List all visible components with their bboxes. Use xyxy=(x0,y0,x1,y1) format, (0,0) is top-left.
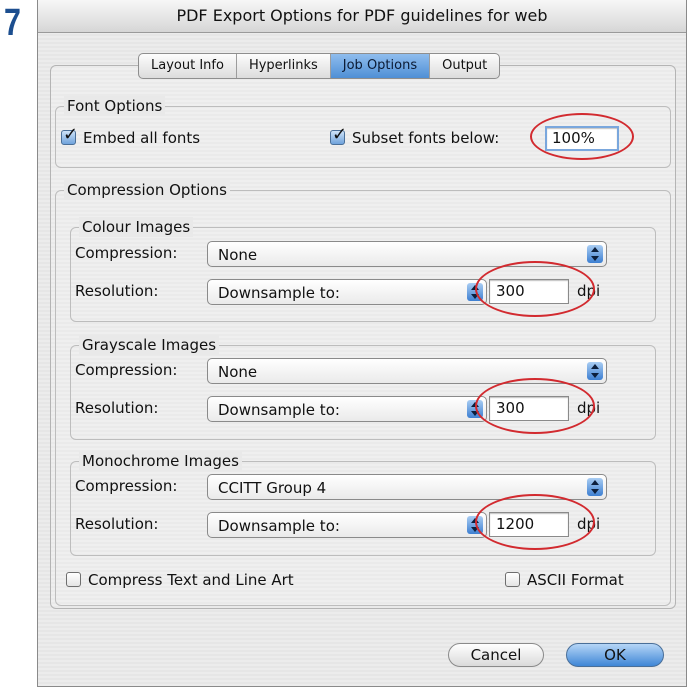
cancel-button[interactable]: Cancel xyxy=(448,643,544,667)
annotation-circle-subset xyxy=(530,113,634,160)
colour-images-title: Colour Images xyxy=(79,217,194,237)
subset-fonts-label[interactable]: Subset fonts below: xyxy=(352,128,499,148)
tab-hyperlinks[interactable]: Hyperlinks xyxy=(237,54,331,78)
embed-all-fonts-checkbox[interactable]: ✓ xyxy=(61,125,78,145)
tab-job-options[interactable]: Job Options xyxy=(330,54,431,78)
window-title: PDF Export Options for PDF guidelines fo… xyxy=(38,0,686,33)
font-options-group: Font Options ✓ Embed all fonts ✓ Subset … xyxy=(55,96,671,168)
annotation-circle-grayscale xyxy=(475,378,595,434)
colour-compression-label: Compression: xyxy=(75,244,178,262)
pdf-export-dialog: PDF Export Options for PDF guidelines fo… xyxy=(37,0,687,687)
font-options-title: Font Options xyxy=(64,96,166,116)
tab-layout-info[interactable]: Layout Info xyxy=(139,54,237,78)
colour-images-group: Colour Images Compression: None Resoluti… xyxy=(70,217,656,322)
monochrome-compression-label: Compression: xyxy=(75,477,178,495)
ascii-format-checkbox[interactable] xyxy=(505,572,520,587)
compress-text-checkbox[interactable] xyxy=(66,572,81,587)
ascii-format-label[interactable]: ASCII Format xyxy=(527,570,624,590)
colour-compression-value: None xyxy=(218,246,258,264)
step-number: 7 xyxy=(4,2,21,44)
monochrome-images-title: Monochrome Images xyxy=(79,451,242,471)
embed-all-fonts-label[interactable]: Embed all fonts xyxy=(83,128,200,148)
annotation-circle-monochrome xyxy=(475,494,595,550)
tab-bar: Layout Info Hyperlinks Job Options Outpu… xyxy=(138,53,501,79)
colour-resolution-label: Resolution: xyxy=(75,282,159,300)
ok-button[interactable]: OK xyxy=(566,643,664,667)
grayscale-images-group: Grayscale Images Compression: None Resol… xyxy=(70,335,656,440)
monochrome-compression-value: CCITT Group 4 xyxy=(218,479,327,497)
monochrome-images-group: Monochrome Images Compression: CCITT Gro… xyxy=(70,451,656,556)
grayscale-compression-value: None xyxy=(218,363,258,381)
compression-options-group: Compression Options Colour Images Compre… xyxy=(55,180,671,606)
grayscale-images-title: Grayscale Images xyxy=(79,335,220,355)
monochrome-resolution-label: Resolution: xyxy=(75,515,159,533)
popup-arrows-icon xyxy=(587,478,603,496)
monochrome-resolution-select[interactable]: Downsample to: xyxy=(207,512,487,538)
popup-arrows-icon xyxy=(587,362,603,380)
subset-fonts-checkbox[interactable]: ✓ xyxy=(330,125,347,145)
job-options-pane: Font Options ✓ Embed all fonts ✓ Subset … xyxy=(50,65,676,609)
compression-options-title: Compression Options xyxy=(64,180,230,200)
monochrome-resolution-mode: Downsample to: xyxy=(218,517,340,535)
checkmark-icon: ✓ xyxy=(63,124,79,145)
annotation-circle-colour xyxy=(475,261,595,317)
popup-arrows-icon xyxy=(587,245,603,263)
grayscale-resolution-mode: Downsample to: xyxy=(218,401,340,419)
checkmark-icon: ✓ xyxy=(332,124,348,145)
grayscale-compression-label: Compression: xyxy=(75,361,178,379)
colour-resolution-mode: Downsample to: xyxy=(218,284,340,302)
grayscale-resolution-select[interactable]: Downsample to: xyxy=(207,396,487,422)
tab-output[interactable]: Output xyxy=(430,54,499,78)
grayscale-resolution-label: Resolution: xyxy=(75,399,159,417)
colour-resolution-select[interactable]: Downsample to: xyxy=(207,279,487,305)
compress-text-label[interactable]: Compress Text and Line Art xyxy=(88,570,294,590)
